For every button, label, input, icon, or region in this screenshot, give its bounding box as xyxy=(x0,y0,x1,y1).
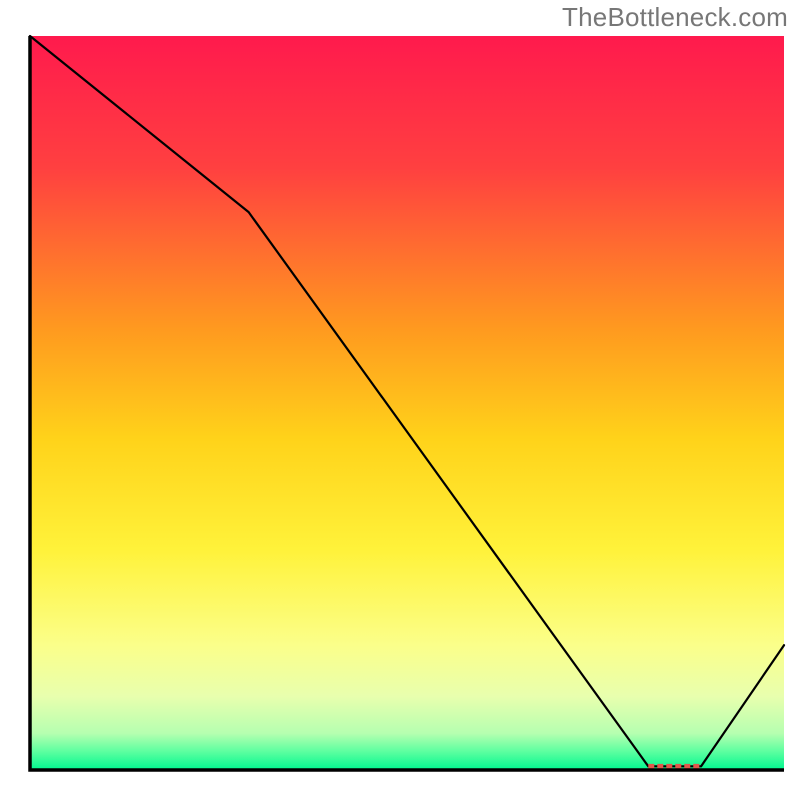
plot-background xyxy=(30,36,784,770)
attribution-label: TheBottleneck.com xyxy=(562,2,788,33)
chart-container: TheBottleneck.com xyxy=(0,0,800,800)
bottleneck-chart xyxy=(0,0,800,800)
